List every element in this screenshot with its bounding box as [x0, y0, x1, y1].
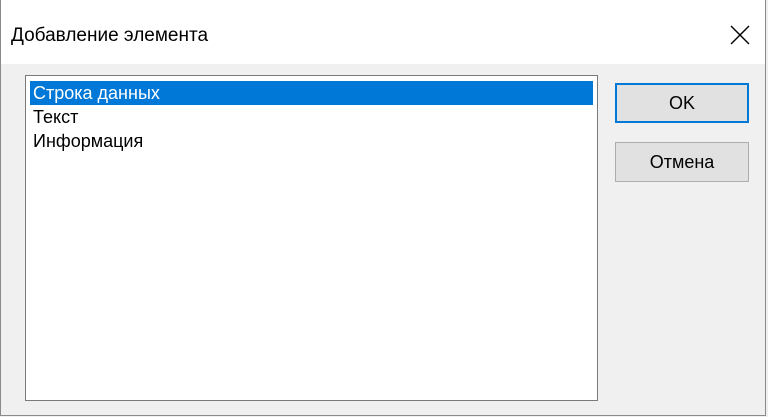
cancel-button[interactable]: Отмена	[615, 142, 749, 182]
close-button[interactable]	[715, 12, 765, 58]
element-type-list[interactable]: Строка данных Текст Информация	[25, 75, 598, 401]
dialog-title: Добавление элемента	[11, 25, 209, 46]
ok-button[interactable]: OK	[615, 83, 749, 123]
list-item-data-row[interactable]: Строка данных	[30, 81, 593, 105]
close-icon	[730, 25, 750, 45]
add-element-dialog: Добавление элемента Строка данных Текст …	[0, 0, 766, 416]
title-bar: Добавление элемента	[1, 0, 765, 64]
list-item-text[interactable]: Текст	[30, 105, 593, 129]
list-item-information[interactable]: Информация	[30, 129, 593, 153]
